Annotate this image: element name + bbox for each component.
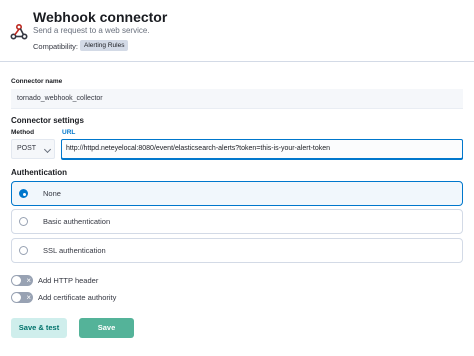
webhook-icon	[10, 23, 28, 40]
compatibility-badge: Alerting Rules	[80, 40, 129, 51]
certificate-authority-toggle-label: Add certificate authority	[38, 293, 117, 302]
http-header-toggle[interactable]: ×	[11, 275, 33, 286]
auth-option-ssl[interactable]: SSL authentication	[11, 238, 463, 263]
auth-option-basic[interactable]: Basic authentication	[11, 209, 463, 234]
compatibility-label: Compatibility:	[33, 42, 79, 51]
radio-button[interactable]	[19, 246, 28, 255]
method-select[interactable]: POST	[11, 139, 55, 159]
certificate-authority-toggle[interactable]: ×	[11, 292, 33, 303]
auth-option-label: Basic authentication	[43, 217, 111, 226]
flyout-header: Webhook connector Send a request to a we…	[0, 0, 474, 62]
authentication-heading: Authentication	[11, 168, 67, 177]
cross-icon: ×	[26, 276, 31, 285]
connector-name-input[interactable]: tornado_webhook_collector	[11, 89, 463, 109]
toggle-knob	[12, 276, 21, 285]
cross-icon: ×	[26, 293, 31, 302]
radio-button[interactable]	[19, 217, 28, 226]
http-header-toggle-label: Add HTTP header	[38, 276, 99, 285]
url-input[interactable]: http://httpd.neteyelocal:8080/event/elas…	[61, 139, 463, 159]
method-label: Method	[11, 129, 35, 136]
radio-button[interactable]	[19, 189, 28, 198]
auth-option-label: None	[43, 189, 61, 198]
chevron-down-icon	[43, 145, 52, 154]
save-button[interactable]: Save	[79, 318, 134, 338]
page-title: Webhook connector	[33, 9, 168, 25]
toggle-knob	[12, 293, 21, 302]
page-subtitle: Send a request to a web service.	[33, 26, 150, 35]
save-and-test-button[interactable]: Save & test	[11, 318, 67, 338]
method-value: POST	[17, 145, 37, 152]
connector-name-label: Connector name	[11, 78, 63, 85]
url-label: URL	[62, 129, 76, 136]
connector-settings-heading: Connector settings	[11, 116, 84, 125]
auth-option-none[interactable]: None	[11, 181, 463, 206]
auth-option-label: SSL authentication	[43, 246, 106, 255]
